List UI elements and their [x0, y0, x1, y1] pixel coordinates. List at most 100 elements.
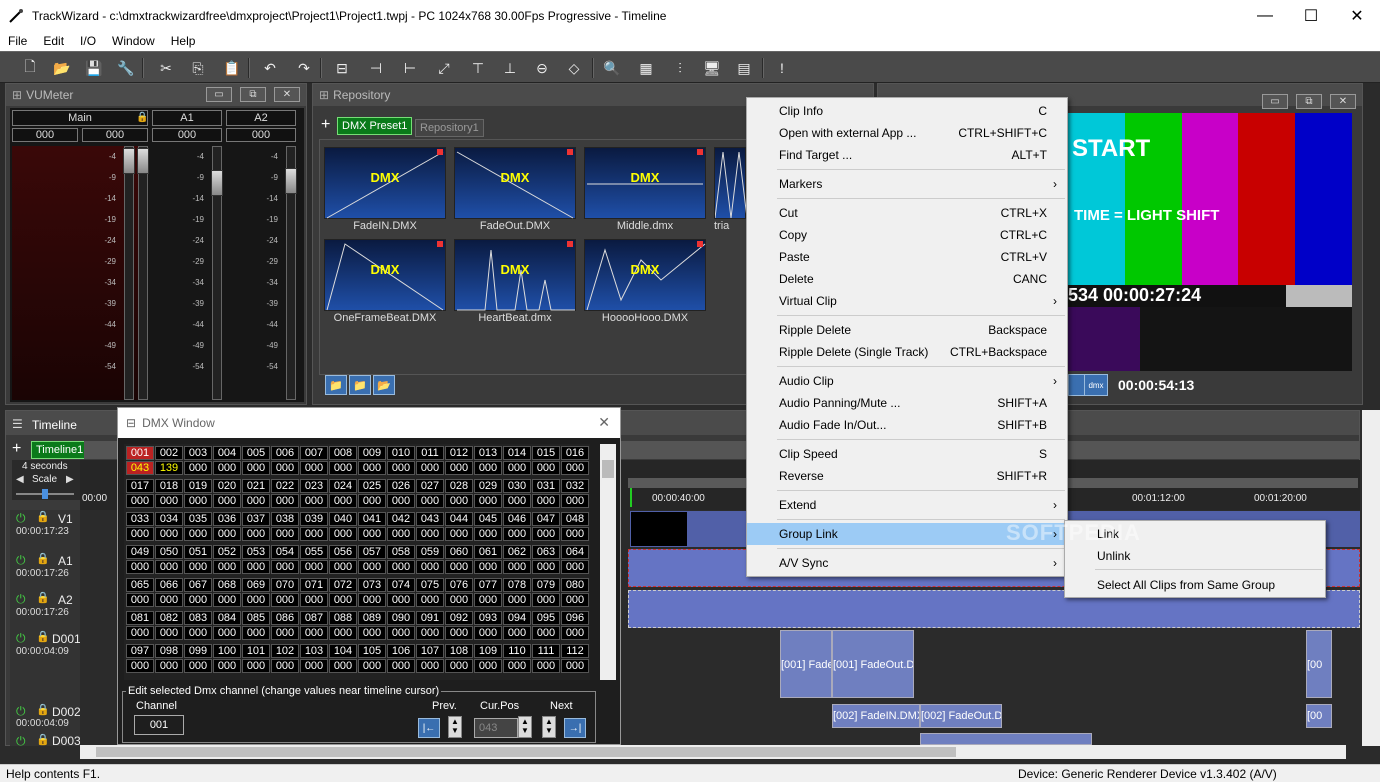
- dmx-channel-018[interactable]: 018: [155, 479, 183, 493]
- dmx-value-001[interactable]: 043: [126, 461, 154, 475]
- dmx-value-090[interactable]: 000: [387, 626, 415, 640]
- dmx-channel-072[interactable]: 072: [329, 578, 357, 592]
- dmx-value-110[interactable]: 000: [503, 659, 531, 673]
- dmx-value-033[interactable]: 000: [126, 527, 154, 541]
- dmx-value-047[interactable]: 000: [532, 527, 560, 541]
- dmx-value-042[interactable]: 000: [387, 527, 415, 541]
- ctx-item-1[interactable]: Open with external App ... CTRL+SHIFT+C: [747, 122, 1067, 144]
- align-down-icon[interactable]: ⊥: [498, 56, 522, 80]
- dmx-channel-052[interactable]: 052: [213, 545, 241, 559]
- wrench-icon[interactable]: 🔧: [114, 56, 138, 80]
- new-file-icon[interactable]: 🗋: [18, 56, 42, 80]
- dmx-channel-021[interactable]: 021: [242, 479, 270, 493]
- ctx-item-4[interactable]: Cut CTRL+X: [747, 202, 1067, 224]
- dmx-channel-017[interactable]: 017: [126, 479, 154, 493]
- dmx-channel-080[interactable]: 080: [561, 578, 589, 592]
- dmx-channel-031[interactable]: 031: [532, 479, 560, 493]
- expand-icon[interactable]: ⊢: [398, 56, 422, 80]
- dmx-value-016[interactable]: 000: [561, 461, 589, 475]
- dmx-value-036[interactable]: 000: [213, 527, 241, 541]
- dmx-value-046[interactable]: 000: [503, 527, 531, 541]
- link-icon[interactable]: ⊖: [530, 56, 554, 80]
- dmx-channel-099[interactable]: 099: [184, 644, 212, 658]
- dmx-value-011[interactable]: 000: [416, 461, 444, 475]
- d002-clip-a[interactable]: [002] FadeIN.DMX: [832, 704, 920, 728]
- dmx-channel-093[interactable]: 093: [474, 611, 502, 625]
- dmx-channel-049[interactable]: 049: [126, 545, 154, 559]
- prev-keyframe-button[interactable]: |←: [418, 718, 440, 738]
- repo-folder-icon[interactable]: 📁: [325, 375, 347, 395]
- dmx-value-017[interactable]: 000: [126, 494, 154, 508]
- menu-edit[interactable]: Edit: [35, 34, 72, 48]
- dmx-channel-100[interactable]: 100: [213, 644, 241, 658]
- ctx-item-5[interactable]: Copy CTRL+C: [747, 224, 1067, 246]
- tab-timeline1[interactable]: Timeline1: [31, 441, 89, 459]
- dmx-channel-078[interactable]: 078: [503, 578, 531, 592]
- dmx-value-066[interactable]: 000: [155, 593, 183, 607]
- dmx-value-073[interactable]: 000: [358, 593, 386, 607]
- dmx-channel-090[interactable]: 090: [387, 611, 415, 625]
- a1-lock-icon[interactable]: 🔒: [36, 552, 50, 565]
- dmx-channel-029[interactable]: 029: [474, 479, 502, 493]
- dmx-channel-065[interactable]: 065: [126, 578, 154, 592]
- dmx-value-065[interactable]: 000: [126, 593, 154, 607]
- dmx-value-095[interactable]: 000: [532, 626, 560, 640]
- curpos-field[interactable]: 043: [474, 718, 518, 738]
- dmx-channel-008[interactable]: 008: [329, 446, 357, 460]
- prev-spinner[interactable]: ▲ ▼: [448, 716, 462, 738]
- dmx-channel-009[interactable]: 009: [358, 446, 386, 460]
- dmx-value-083[interactable]: 000: [184, 626, 212, 640]
- grid-icon[interactable]: ▦: [634, 56, 658, 80]
- dmx-value-022[interactable]: 000: [271, 494, 299, 508]
- dmx-channel-073[interactable]: 073: [358, 578, 386, 592]
- a2-power-icon[interactable]: ⏻: [16, 592, 26, 607]
- dmx-value-071[interactable]: 000: [300, 593, 328, 607]
- timeline-add-tab-icon[interactable]: +: [12, 440, 21, 458]
- dmx-value-103[interactable]: 000: [300, 659, 328, 673]
- menu-window[interactable]: Window: [104, 34, 163, 48]
- dmx-value-003[interactable]: 000: [184, 461, 212, 475]
- dmx-value-069[interactable]: 000: [242, 593, 270, 607]
- alert-icon[interactable]: !: [770, 56, 794, 80]
- ctx-item-8[interactable]: Virtual Clip ›: [747, 290, 1067, 312]
- dmx-channel-027[interactable]: 027: [416, 479, 444, 493]
- vertical-scrollbar[interactable]: [1362, 410, 1380, 746]
- dmx-channel-063[interactable]: 063: [532, 545, 560, 559]
- v1-lock-icon[interactable]: 🔒: [36, 510, 50, 523]
- vu-a2-fader[interactable]: [285, 168, 297, 195]
- dmx-value-096[interactable]: 000: [561, 626, 589, 640]
- dmx-channel-024[interactable]: 024: [329, 479, 357, 493]
- dmx-channel-068[interactable]: 068: [213, 578, 241, 592]
- dmx-channel-060[interactable]: 060: [445, 545, 473, 559]
- d003-clip[interactable]: [920, 733, 1092, 745]
- dmx-value-013[interactable]: 000: [474, 461, 502, 475]
- curpos-spinner[interactable]: ▲ ▼: [518, 716, 532, 738]
- dmx-value-061[interactable]: 000: [474, 560, 502, 574]
- cut-icon[interactable]: ✂: [154, 56, 178, 80]
- sliders-icon[interactable]: ⫶: [668, 56, 692, 80]
- dmx-value-024[interactable]: 000: [329, 494, 357, 508]
- dmx-channel-069[interactable]: 069: [242, 578, 270, 592]
- dmx-channel-055[interactable]: 055: [300, 545, 328, 559]
- dmx-channel-056[interactable]: 056: [329, 545, 357, 559]
- dmx-value-101[interactable]: 000: [242, 659, 270, 673]
- d001-clip-b[interactable]: [001] FadeOut.D: [832, 630, 914, 698]
- dmx-channel-105[interactable]: 105: [358, 644, 386, 658]
- d001-lock-icon[interactable]: 🔒: [36, 630, 50, 643]
- dmx-channel-011[interactable]: 011: [416, 446, 444, 460]
- d001-power-icon[interactable]: ⏻: [16, 631, 26, 646]
- dmx-value-052[interactable]: 000: [213, 560, 241, 574]
- dmx-channel-102[interactable]: 102: [271, 644, 299, 658]
- dmx-channel-053[interactable]: 053: [242, 545, 270, 559]
- preview-dmx-icon[interactable]: dmx: [1084, 374, 1108, 396]
- dmx-value-064[interactable]: 000: [561, 560, 589, 574]
- dmx-channel-044[interactable]: 044: [445, 512, 473, 526]
- vumeter-restore-button[interactable]: ⧉: [240, 87, 266, 102]
- dmx-channel-059[interactable]: 059: [416, 545, 444, 559]
- dmx-value-094[interactable]: 000: [503, 626, 531, 640]
- d002-lock-icon[interactable]: 🔒: [36, 703, 50, 716]
- dmx-channel-066[interactable]: 066: [155, 578, 183, 592]
- dmx-value-109[interactable]: 000: [474, 659, 502, 673]
- dmx-value-009[interactable]: 000: [358, 461, 386, 475]
- monitor-icon[interactable]: 🖥: [700, 56, 724, 80]
